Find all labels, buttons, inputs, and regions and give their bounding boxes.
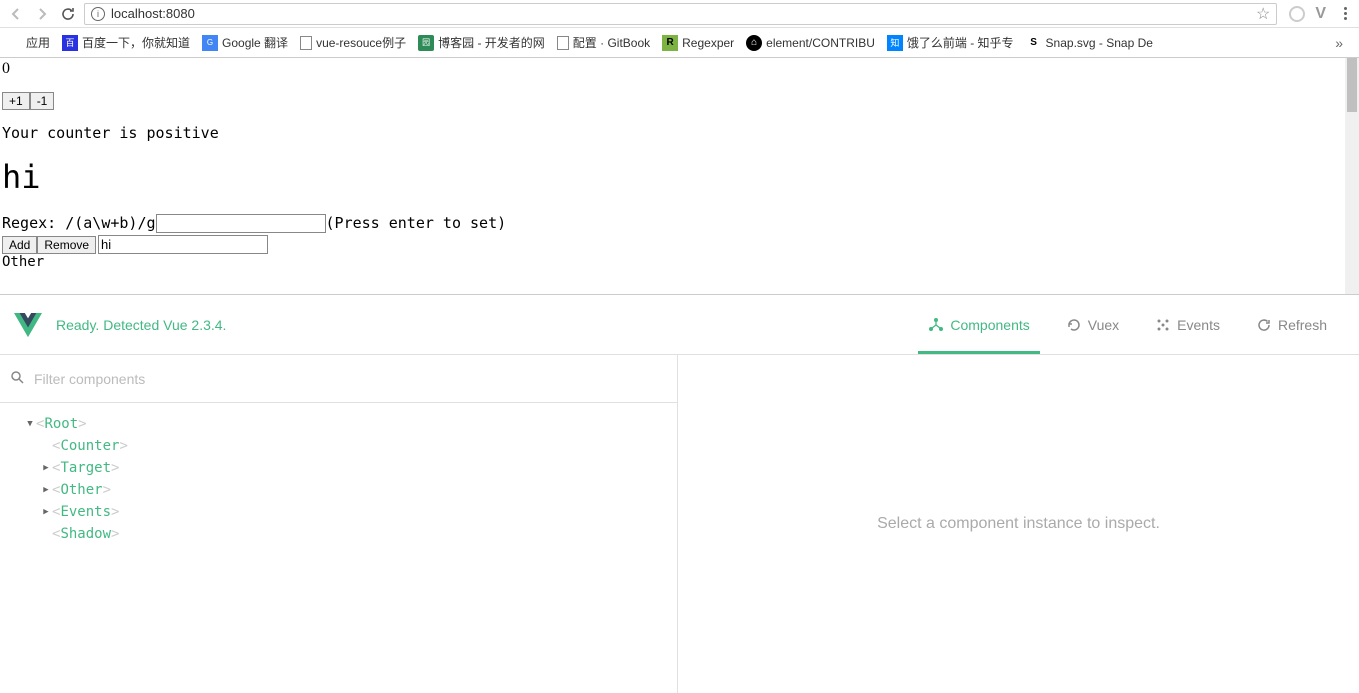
- events-icon: [1155, 317, 1171, 333]
- add-button[interactable]: Add: [2, 236, 37, 254]
- vuex-icon: [1066, 317, 1082, 333]
- filter-bar: [0, 355, 677, 403]
- vue-devtools-icon[interactable]: V: [1315, 5, 1326, 23]
- bookmark-label: Regexper: [682, 36, 734, 50]
- bookmark-label: 饿了么前端 - 知乎专: [907, 34, 1014, 51]
- tree-item-events[interactable]: ▶ <Events>: [8, 501, 669, 523]
- zhihu-icon: 知: [887, 35, 903, 51]
- vue-logo-icon: [14, 313, 42, 337]
- page-heading: hi: [2, 158, 1357, 196]
- bookmark-apps[interactable]: 应用: [6, 34, 50, 51]
- tree-arrow-icon[interactable]: ▼: [24, 419, 36, 429]
- tab-events[interactable]: Events: [1137, 295, 1238, 354]
- tree-item-shadow[interactable]: <Shadow>: [8, 523, 669, 545]
- google-icon: G: [202, 35, 218, 51]
- page-content: 0 +1-1 Your counter is positive hi Regex…: [0, 58, 1359, 294]
- component-tree-panel: ▼ <Root> <Counter> ▶ <Target> ▶ <Other> …: [0, 355, 678, 693]
- filter-input[interactable]: [34, 371, 667, 387]
- component-tree: ▼ <Root> <Counter> ▶ <Target> ▶ <Other> …: [0, 403, 677, 555]
- bookmarks-bar: 应用 百 百度一下，你就知道 G Google 翻译 vue-resouce例子…: [0, 28, 1359, 58]
- browser-toolbar: i localhost:8080 ☆ V: [0, 0, 1359, 28]
- tree-label: Other: [60, 482, 102, 498]
- tab-components[interactable]: Components: [910, 295, 1047, 354]
- baidu-icon: 百: [62, 35, 78, 51]
- refresh-icon: [1256, 317, 1272, 333]
- ready-status: Ready. Detected Vue 2.3.4.: [56, 317, 226, 333]
- forward-button[interactable]: [32, 4, 52, 24]
- github-icon: ⌂: [746, 35, 762, 51]
- tree-arrow-icon[interactable]: ▶: [40, 507, 52, 517]
- tree-arrow-icon[interactable]: ▶: [40, 463, 52, 473]
- tab-vuex[interactable]: Vuex: [1048, 295, 1137, 354]
- extension-icon-1[interactable]: [1289, 6, 1305, 22]
- regex-icon: R: [662, 35, 678, 51]
- regex-input[interactable]: [156, 214, 326, 233]
- info-icon[interactable]: i: [91, 7, 105, 21]
- counter-message: Your counter is positive: [2, 124, 1357, 142]
- bookmark-regexper[interactable]: R Regexper: [662, 35, 734, 51]
- bookmark-google-translate[interactable]: G Google 翻译: [202, 34, 288, 51]
- inspector-placeholder: Select a component instance to inspect.: [877, 515, 1160, 533]
- bookmark-label: 配置 · GitBook: [573, 34, 650, 51]
- page-scrollbar[interactable]: [1345, 58, 1359, 294]
- tab-label: Components: [950, 317, 1029, 333]
- other-text: Other: [2, 254, 1357, 270]
- bookmark-gitbook[interactable]: 配置 · GitBook: [557, 34, 650, 51]
- tree-label: Root: [44, 416, 78, 432]
- bookmark-label: element/CONTRIBU: [766, 36, 875, 50]
- counter-value: 0: [2, 60, 1357, 78]
- search-icon: [10, 370, 24, 387]
- devtools-tabs: Components Vuex Events Refresh: [910, 295, 1345, 354]
- back-button[interactable]: [6, 4, 26, 24]
- regex-label: Regex: /(a\w+b)/g: [2, 214, 156, 232]
- bookmark-label: vue-resouce例子: [316, 34, 406, 51]
- devtools-body: ▼ <Root> <Counter> ▶ <Target> ▶ <Other> …: [0, 355, 1359, 693]
- tree-item-other[interactable]: ▶ <Other>: [8, 479, 669, 501]
- tree-label: Shadow: [60, 526, 111, 542]
- tree-item-target[interactable]: ▶ <Target>: [8, 457, 669, 479]
- bookmarks-overflow[interactable]: »: [1325, 35, 1353, 51]
- tree-label: Events: [60, 504, 111, 520]
- reload-button[interactable]: [58, 4, 78, 24]
- tree-label: Target: [60, 460, 111, 476]
- tree-item-root[interactable]: ▼ <Root>: [8, 413, 669, 435]
- tab-label: Vuex: [1088, 317, 1119, 333]
- bookmark-label: Snap.svg - Snap De: [1046, 36, 1153, 50]
- bookmark-label: 百度一下，你就知道: [82, 34, 190, 51]
- tree-arrow-icon[interactable]: ▶: [40, 485, 52, 495]
- increment-button[interactable]: +1: [2, 92, 30, 110]
- bookmark-label: 博客园 - 开发者的网: [438, 34, 545, 51]
- url-text: localhost:8080: [111, 6, 195, 21]
- browser-menu-button[interactable]: [1338, 7, 1353, 20]
- tab-refresh[interactable]: Refresh: [1238, 295, 1345, 354]
- inspector-panel: Select a component instance to inspect.: [678, 355, 1359, 693]
- file-icon: [557, 36, 569, 50]
- vue-devtools: Ready. Detected Vue 2.3.4. Components Vu…: [0, 294, 1359, 693]
- cnblogs-icon: 园: [418, 35, 434, 51]
- url-bar[interactable]: i localhost:8080 ☆: [84, 3, 1277, 25]
- bookmark-snapsvg[interactable]: S Snap.svg - Snap De: [1026, 35, 1153, 51]
- star-icon[interactable]: ☆: [1256, 4, 1270, 24]
- bookmark-cnblogs[interactable]: 园 博客园 - 开发者的网: [418, 34, 545, 51]
- file-icon: [300, 36, 312, 50]
- remove-button[interactable]: Remove: [37, 236, 96, 254]
- bookmark-vue-resource[interactable]: vue-resouce例子: [300, 34, 406, 51]
- tree-label: Counter: [60, 438, 119, 454]
- bookmark-element[interactable]: ⌂ element/CONTRIBU: [746, 35, 875, 51]
- bookmark-label: Google 翻译: [222, 34, 288, 51]
- devtools-header: Ready. Detected Vue 2.3.4. Components Vu…: [0, 295, 1359, 355]
- bookmark-label: 应用: [26, 34, 50, 51]
- tab-label: Refresh: [1278, 317, 1327, 333]
- bookmark-baidu[interactable]: 百 百度一下，你就知道: [62, 34, 190, 51]
- text-input[interactable]: [98, 235, 268, 254]
- extension-icons: V: [1283, 5, 1332, 23]
- regex-hint: (Press enter to set): [326, 214, 507, 232]
- decrement-button[interactable]: -1: [30, 92, 55, 110]
- components-icon: [928, 317, 944, 333]
- bookmark-zhihu[interactable]: 知 饿了么前端 - 知乎专: [887, 34, 1014, 51]
- snap-icon: S: [1026, 35, 1042, 51]
- tab-label: Events: [1177, 317, 1220, 333]
- tree-item-counter[interactable]: <Counter>: [8, 435, 669, 457]
